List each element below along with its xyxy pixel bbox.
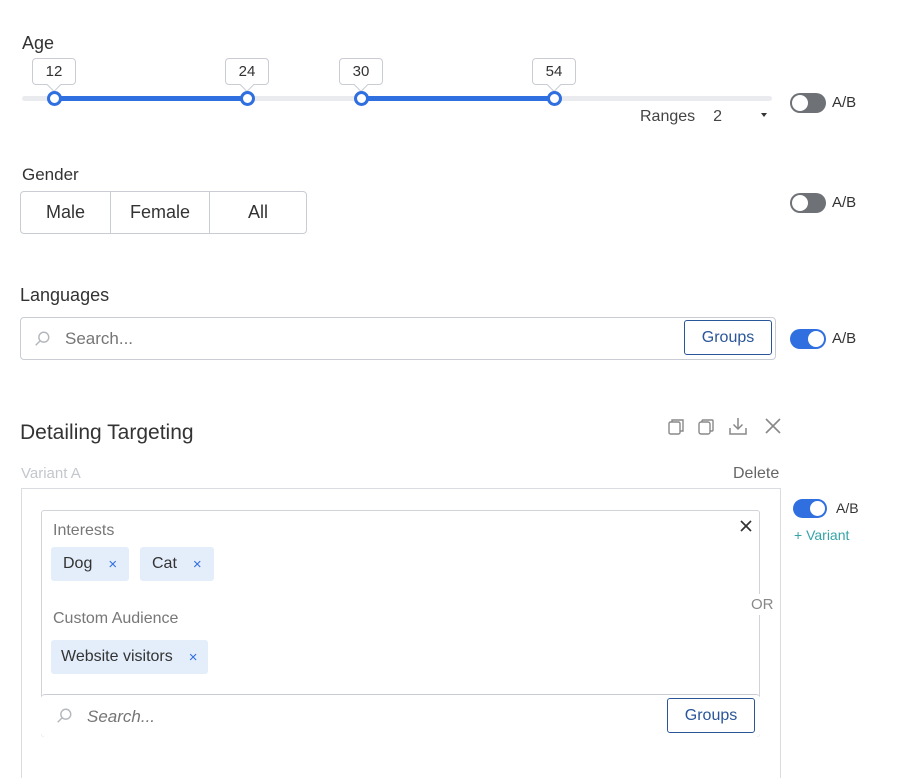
- slider-handle-min-2[interactable]: [354, 91, 369, 106]
- targeting-group: Interests Dog × Cat × Custom Audience We…: [41, 510, 760, 737]
- ab-toggle-languages[interactable]: [790, 329, 826, 349]
- chip-label: Dog: [63, 555, 93, 572]
- copy-icon[interactable]: [666, 417, 686, 437]
- delete-variant-link[interactable]: Delete: [733, 465, 779, 483]
- chip-remove-icon[interactable]: ×: [193, 556, 202, 573]
- search-icon: [35, 331, 50, 346]
- ranges-value: 2: [713, 108, 723, 125]
- languages-search-box: Groups: [20, 317, 776, 360]
- chevron-down-icon[interactable]: [761, 113, 767, 117]
- gender-label: Gender: [22, 165, 79, 184]
- add-variant-link[interactable]: + Variant: [794, 527, 849, 543]
- search-icon: [57, 708, 72, 723]
- interest-chip-cat: Cat ×: [140, 547, 214, 581]
- ab-label: A/B: [832, 94, 857, 111]
- detailing-search-box: Groups: [41, 694, 760, 737]
- ab-label: A/B: [832, 194, 857, 211]
- duplicate-icon[interactable]: [696, 417, 716, 437]
- handle-value-bubble: 30: [339, 58, 383, 85]
- detailing-title: Detailing Targeting: [20, 421, 194, 444]
- or-separator: OR: [751, 594, 774, 615]
- interest-chip-dog: Dog ×: [51, 547, 130, 581]
- handle-value-bubble: 24: [225, 58, 269, 85]
- ranges-label: Ranges: [640, 108, 696, 125]
- gender-option-all[interactable]: All: [210, 192, 306, 233]
- chip-label: Website visitors: [61, 648, 173, 665]
- handle-value-bubble: 54: [532, 58, 576, 85]
- chip-label: Cat: [152, 555, 177, 572]
- close-group-icon[interactable]: [739, 519, 753, 533]
- chip-remove-icon[interactable]: ×: [108, 556, 117, 573]
- ab-toggle-detailing[interactable]: [793, 499, 827, 518]
- slider-range-fill-2: [362, 96, 555, 101]
- custom-audience-label: Custom Audience: [53, 610, 179, 627]
- ab-toggle-age[interactable]: [790, 93, 826, 113]
- chip-remove-icon[interactable]: ×: [189, 649, 198, 666]
- ab-label: A/B: [836, 500, 859, 516]
- languages-groups-button[interactable]: Groups: [684, 320, 772, 355]
- age-label: Age: [22, 33, 55, 53]
- custom-audience-chip: Website visitors ×: [51, 640, 208, 674]
- languages-label: Languages: [20, 285, 110, 305]
- gender-option-female[interactable]: Female: [111, 192, 210, 233]
- slider-handle-max-1[interactable]: [240, 91, 255, 106]
- slider-handle-max-2[interactable]: [547, 91, 562, 106]
- ranges-select[interactable]: Ranges 2: [640, 108, 722, 126]
- handle-value-bubble: 12: [32, 58, 76, 85]
- slider-range-fill-1: [55, 96, 248, 101]
- variant-label: Variant A: [21, 465, 81, 482]
- ab-toggle-gender[interactable]: [790, 193, 826, 213]
- gender-segmented-control: Male Female All: [20, 191, 307, 234]
- close-icon[interactable]: [763, 416, 783, 436]
- languages-search-input[interactable]: [63, 326, 663, 352]
- slider-handle-min-1[interactable]: [47, 91, 62, 106]
- download-icon[interactable]: [728, 416, 748, 436]
- detailing-search-input[interactable]: [85, 704, 645, 730]
- interests-label: Interests: [53, 522, 115, 539]
- gender-option-male[interactable]: Male: [21, 192, 111, 233]
- detailing-groups-button[interactable]: Groups: [667, 698, 755, 733]
- ab-label: A/B: [832, 330, 857, 347]
